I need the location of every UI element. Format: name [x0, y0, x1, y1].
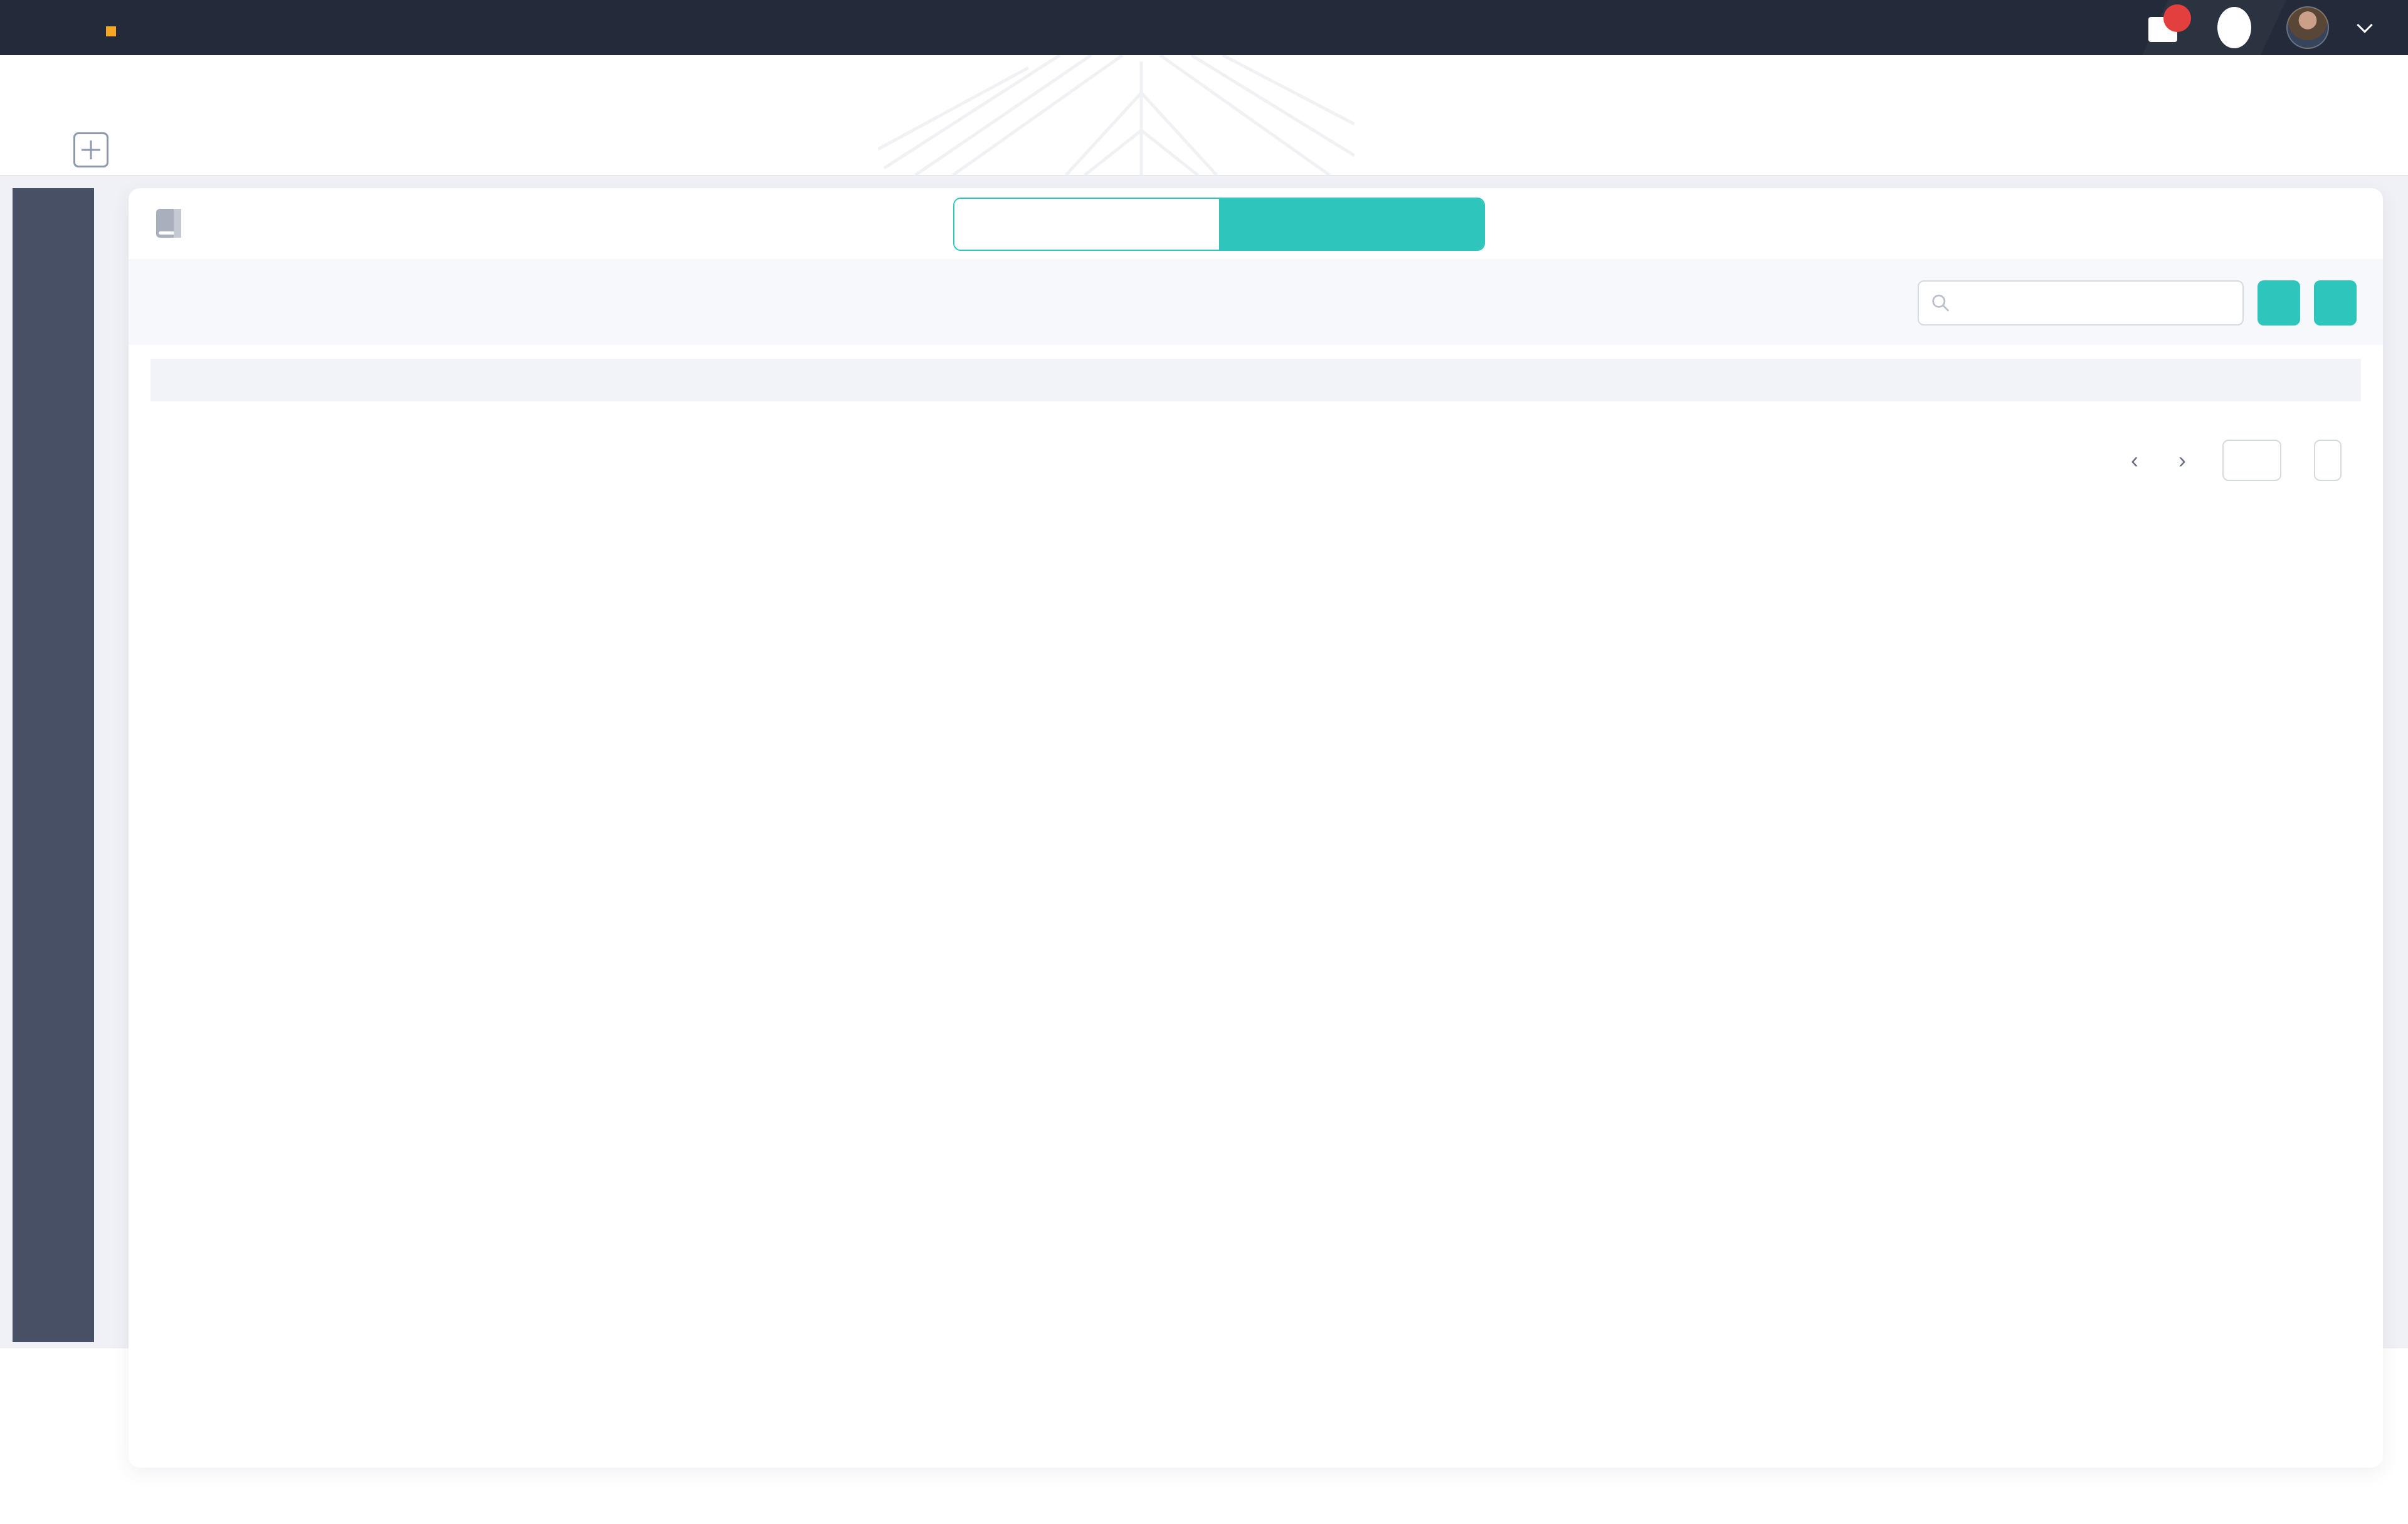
page: ‹ › — [0, 0, 2408, 1524]
search-box — [1918, 280, 2244, 325]
top-bar — [0, 0, 2408, 55]
search-icon — [1931, 293, 1950, 313]
sidebar — [13, 188, 94, 1342]
chevron-down-icon — [2357, 17, 2372, 33]
goto-page-input[interactable] — [2222, 440, 2281, 481]
students-table — [129, 345, 2383, 417]
filter-row — [129, 260, 2383, 345]
add-class-tab-button[interactable] — [73, 132, 108, 167]
goto-confirm-button[interactable] — [2314, 440, 2342, 481]
section-title — [155, 208, 198, 240]
teacher-data-toggle[interactable] — [954, 199, 1219, 250]
card-header — [129, 188, 2383, 260]
next-page-arrow[interactable]: › — [2175, 447, 2190, 474]
header-watermark — [878, 55, 1354, 175]
data-view-toggle — [953, 198, 1485, 251]
notification-icon[interactable] — [2148, 12, 2182, 43]
student-data-toggle[interactable] — [1219, 199, 1484, 250]
notification-badge — [2163, 4, 2191, 32]
prev-page-arrow[interactable]: ‹ — [2127, 447, 2142, 474]
assistant-icon[interactable] — [2217, 7, 2251, 48]
table-header-row — [150, 359, 2361, 401]
pagination: ‹ › — [129, 417, 2383, 481]
content-area: ‹ › — [0, 176, 2408, 1524]
avatar — [2286, 6, 2329, 49]
user-menu[interactable] — [2286, 6, 2370, 49]
warning-settings-button[interactable] — [2258, 280, 2300, 325]
class-tabs — [73, 132, 108, 175]
search-input[interactable] — [1958, 292, 2230, 313]
export-button[interactable] — [2314, 280, 2357, 325]
logo-accent-square — [106, 26, 116, 36]
main-card: ‹ › — [129, 188, 2383, 1468]
course-header — [0, 55, 2408, 176]
book-icon — [155, 208, 184, 240]
